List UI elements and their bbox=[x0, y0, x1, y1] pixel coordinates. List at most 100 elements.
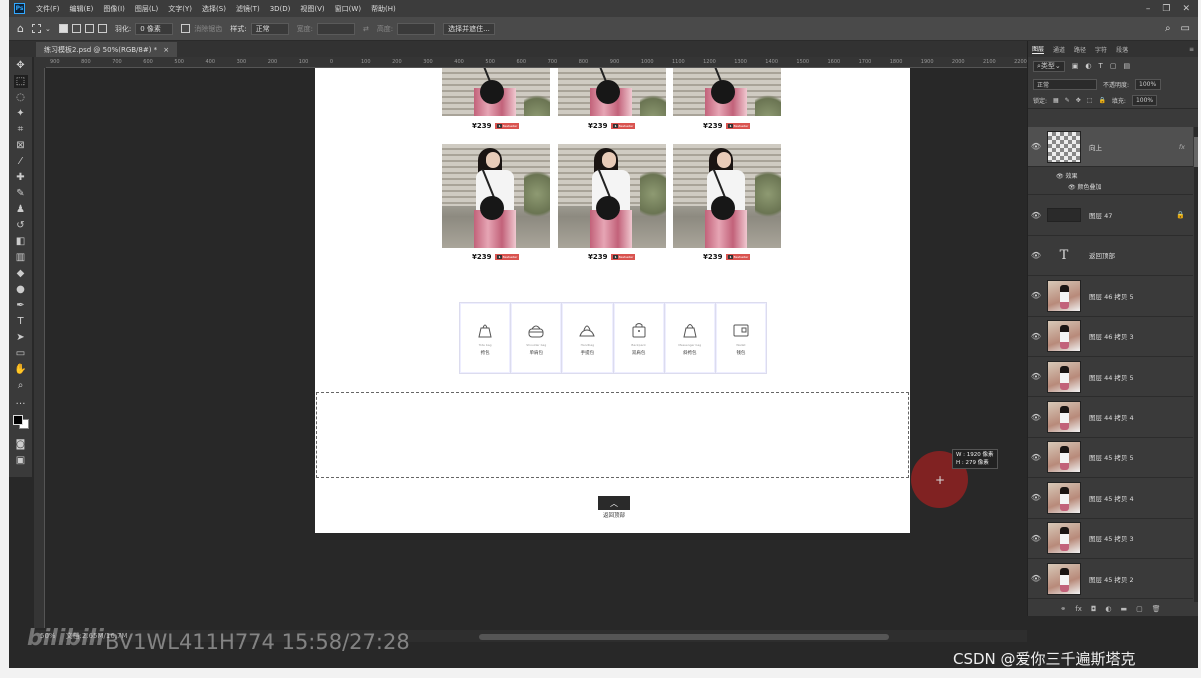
delete-layer-icon[interactable]: 🗑 bbox=[1152, 605, 1161, 613]
visibility-eye-icon[interactable]: 👁 bbox=[1028, 453, 1044, 462]
intersect-selection-icon[interactable] bbox=[97, 24, 107, 33]
shape-filter-icon[interactable]: ▢ bbox=[1110, 62, 1117, 70]
pen-tool-icon[interactable]: ✒ bbox=[14, 299, 28, 312]
dodge-tool-icon[interactable]: ● bbox=[14, 283, 28, 296]
marquee-selection[interactable] bbox=[316, 392, 909, 478]
eyedropper-tool-icon[interactable]: ⁄ bbox=[14, 155, 28, 168]
magic-wand-tool-icon[interactable]: ✦ bbox=[14, 107, 28, 120]
path-selection-tool-icon[interactable]: ➤ bbox=[14, 331, 28, 344]
blend-mode-select[interactable]: 正常 bbox=[1033, 78, 1097, 90]
tab-paths[interactable]: 路径 bbox=[1074, 45, 1086, 54]
vertical-ruler[interactable] bbox=[34, 68, 45, 628]
adjustment-layer-icon[interactable]: ◐ bbox=[1105, 605, 1111, 613]
pixel-filter-icon[interactable]: ▣ bbox=[1072, 62, 1079, 70]
healing-brush-tool-icon[interactable]: ✚ bbox=[14, 171, 28, 184]
style-select[interactable]: 正常 bbox=[250, 22, 289, 35]
foreground-color-swatch[interactable] bbox=[12, 415, 23, 425]
menu-type[interactable]: 文字(Y) bbox=[163, 4, 197, 14]
document-canvas[interactable]: ¥239 1 Bestseller ¥239 1 Bestseller ¥239 1… bbox=[315, 68, 910, 533]
ruler-origin[interactable] bbox=[34, 57, 46, 68]
layer-row[interactable]: 👁 图层 44 拷贝 5 bbox=[1028, 357, 1193, 398]
tab-character[interactable]: 字符 bbox=[1095, 45, 1107, 54]
brush-tool-icon[interactable]: ✎ bbox=[14, 187, 28, 200]
visibility-eye-icon[interactable]: 👁 bbox=[1028, 211, 1044, 220]
lock-all-icon[interactable]: 🔒 bbox=[1098, 97, 1105, 104]
select-and-mask-button[interactable]: 选择并遮住... bbox=[443, 22, 495, 35]
quick-mask-icon[interactable]: ◙ bbox=[14, 438, 28, 451]
lock-position-icon[interactable]: ✥ bbox=[1076, 97, 1081, 104]
layer-row[interactable]: 👁 T 返回顶部 bbox=[1028, 236, 1193, 277]
more-tools-icon[interactable]: … bbox=[14, 395, 28, 408]
add-mask-icon[interactable]: ◘ bbox=[1091, 605, 1097, 613]
menu-filter[interactable]: 滤镜(T) bbox=[231, 4, 265, 14]
horizontal-scrollbar[interactable] bbox=[479, 634, 889, 640]
height-input[interactable] bbox=[397, 22, 436, 35]
visibility-eye-icon[interactable]: 👁 bbox=[1028, 413, 1044, 422]
tab-layers[interactable]: 图层 bbox=[1032, 44, 1045, 54]
visibility-eye-icon[interactable]: 👁 bbox=[1028, 251, 1044, 260]
hand-tool-icon[interactable]: ✋ bbox=[14, 363, 28, 376]
search-icon[interactable]: ⌕ bbox=[1165, 23, 1171, 34]
layer-row[interactable]: 👁 图层 44 拷贝 4 bbox=[1028, 397, 1193, 438]
category-item[interactable]: Shoulder bag 单肩包 bbox=[511, 303, 563, 373]
visibility-eye-icon[interactable]: 👁 bbox=[1028, 493, 1044, 502]
zoom-tool-icon[interactable]: ⌕ bbox=[14, 379, 28, 392]
visibility-eye-icon[interactable]: 👁 bbox=[1028, 574, 1044, 583]
menu-3d[interactable]: 3D(D) bbox=[265, 5, 296, 13]
layer-row[interactable]: 👁 图层 47 🔒 bbox=[1028, 195, 1193, 236]
tab-paragraph[interactable]: 段落 bbox=[1116, 45, 1128, 54]
layer-effects-row[interactable]: 👁 效果 👁 颜色叠加 bbox=[1028, 167, 1193, 196]
minimize-icon[interactable]: – bbox=[1146, 4, 1151, 14]
visibility-eye-icon[interactable]: 👁 bbox=[1028, 142, 1044, 151]
frame-tool-icon[interactable]: ⊠ bbox=[14, 139, 28, 152]
swap-icon[interactable]: ⇄ bbox=[363, 25, 369, 33]
type-tool-icon[interactable]: T bbox=[14, 315, 28, 328]
opacity-input[interactable]: 100% bbox=[1135, 78, 1162, 90]
clone-stamp-tool-icon[interactable]: ♟ bbox=[14, 203, 28, 216]
close-tab-icon[interactable]: × bbox=[163, 46, 169, 54]
menu-file[interactable]: 文件(F) bbox=[31, 4, 65, 14]
menu-select[interactable]: 选择(S) bbox=[197, 4, 231, 14]
new-selection-icon[interactable] bbox=[58, 24, 68, 33]
lasso-tool-icon[interactable]: ◌ bbox=[14, 91, 28, 104]
subtract-selection-icon[interactable] bbox=[84, 24, 94, 33]
lock-transparent-icon[interactable]: ▦ bbox=[1053, 97, 1059, 104]
product-photo[interactable] bbox=[673, 68, 781, 116]
smart-object-filter-icon[interactable]: ▤ bbox=[1123, 62, 1130, 70]
add-style-icon[interactable]: fx bbox=[1075, 605, 1082, 613]
layer-row[interactable]: 👁 图层 45 拷贝 5 bbox=[1028, 438, 1193, 479]
menu-image[interactable]: 图像(I) bbox=[98, 4, 130, 14]
layers-scrollbar[interactable] bbox=[1194, 127, 1198, 602]
shape-tool-icon[interactable]: ▭ bbox=[14, 347, 28, 360]
back-to-top-button[interactable]: ︿ bbox=[598, 496, 630, 510]
close-icon[interactable]: ✕ bbox=[1182, 4, 1190, 14]
add-selection-icon[interactable] bbox=[71, 24, 81, 33]
category-item[interactable]: Wallet 钱包 bbox=[716, 303, 766, 373]
workspace-icon[interactable]: ▭ bbox=[1181, 23, 1190, 34]
width-input[interactable] bbox=[316, 22, 355, 35]
category-item[interactable]: Messenger bag 斜挎包 bbox=[665, 303, 716, 373]
type-filter-icon[interactable]: T bbox=[1099, 62, 1103, 70]
new-group-icon[interactable]: ▬ bbox=[1121, 605, 1128, 613]
crop-tool-icon[interactable]: ⌗ bbox=[14, 123, 28, 136]
tab-channels[interactable]: 通道 bbox=[1053, 45, 1065, 54]
menu-layer[interactable]: 图层(L) bbox=[130, 4, 163, 14]
antialias-checkbox[interactable]: 消除锯齿 bbox=[181, 24, 222, 34]
color-swatches[interactable] bbox=[12, 415, 29, 429]
home-icon[interactable]: ⌂ bbox=[17, 22, 24, 35]
visibility-eye-icon[interactable]: 👁 bbox=[1028, 534, 1044, 543]
restore-icon[interactable]: ❐ bbox=[1162, 4, 1170, 14]
feather-input[interactable]: 0 像素 bbox=[135, 22, 174, 35]
adjustment-filter-icon[interactable]: ◐ bbox=[1085, 62, 1091, 70]
visibility-eye-icon[interactable]: 👁 bbox=[1028, 332, 1044, 341]
document-tab[interactable]: 练习模板2.psd @ 50%(RGB/8#) * × bbox=[36, 42, 178, 57]
layer-row[interactable]: 👁 图层 45 拷贝 4 bbox=[1028, 478, 1193, 519]
lock-image-icon[interactable]: ✎ bbox=[1065, 97, 1070, 104]
menu-view[interactable]: 视图(V) bbox=[295, 4, 329, 14]
layer-kind-select[interactable]: ⌕ 类型 ⌄ bbox=[1033, 60, 1065, 72]
eraser-tool-icon[interactable]: ◧ bbox=[14, 235, 28, 248]
rectangular-marquee-tool-icon[interactable]: ⬚ bbox=[13, 75, 28, 88]
layer-row[interactable]: 👁 图层 45 拷贝 3 bbox=[1028, 519, 1193, 559]
fill-input[interactable]: 100% bbox=[1131, 95, 1158, 106]
horizontal-ruler[interactable]: 900 800 700 600 500 400 300 200 100 0 100 200 300 400… bbox=[46, 57, 1027, 68]
